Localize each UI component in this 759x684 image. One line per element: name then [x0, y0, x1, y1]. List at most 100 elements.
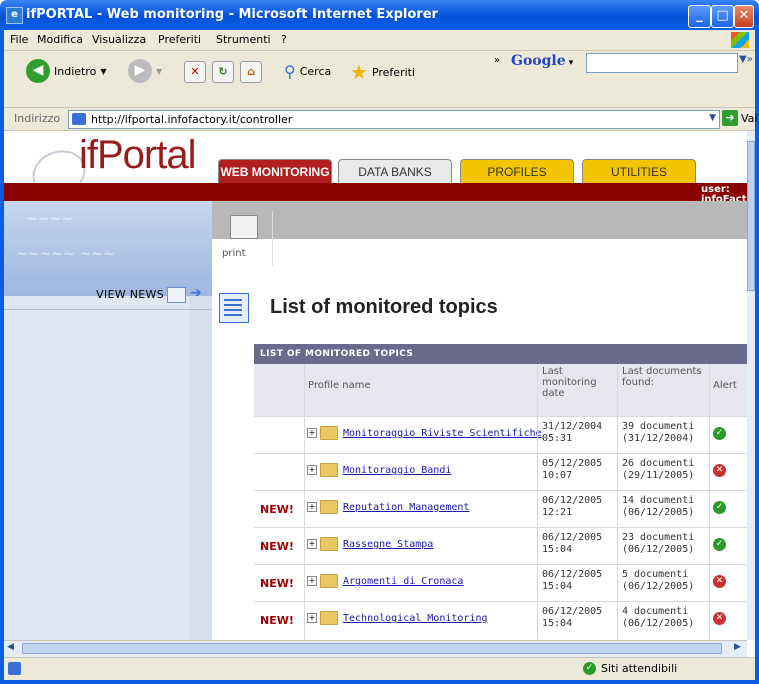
- menu-visualizza[interactable]: Visualizza: [92, 33, 146, 46]
- expand-icon[interactable]: +: [307, 428, 317, 438]
- profile-link[interactable]: Monitoraggio Bandi: [343, 465, 451, 476]
- table-caption: LIST OF MONITORED TOPICS: [260, 349, 414, 359]
- vertical-scroll-thumb[interactable]: [747, 141, 755, 291]
- window-frame-bottom: [0, 680, 759, 684]
- docs-date: (06/12/2005): [622, 618, 695, 629]
- print-label: print: [222, 248, 246, 259]
- docs-count: 5 documenti: [622, 569, 689, 580]
- menu-preferiti[interactable]: Preferiti: [158, 33, 201, 46]
- expand-icon[interactable]: +: [307, 502, 317, 512]
- refresh-icon[interactable]: ↻: [212, 61, 234, 83]
- header-alert: Alert: [713, 380, 737, 391]
- expand-icon[interactable]: +: [307, 613, 317, 623]
- chevron-down-icon[interactable]: ▼»: [739, 54, 753, 65]
- arrow-right-icon: ➔: [190, 285, 202, 301]
- chevron-down-icon[interactable]: ▼: [156, 67, 162, 76]
- view-news-label: VIEW NEWS: [96, 288, 164, 301]
- alert-error-icon: ✕: [713, 612, 726, 625]
- new-badge: NEW!: [260, 577, 294, 590]
- profile-link[interactable]: Rassegne Stampa: [343, 539, 433, 550]
- close-button[interactable]: ✕: [734, 5, 754, 28]
- alert-ok-icon: ✓: [713, 538, 726, 551]
- back-label: Indietro: [54, 64, 97, 78]
- menu-help[interactable]: ?: [281, 33, 287, 46]
- google-search-input[interactable]: [586, 53, 738, 73]
- column-divider: [304, 364, 305, 640]
- news-list-icon: [167, 287, 186, 303]
- tab-data-banks[interactable]: DATA BANKS: [338, 159, 452, 184]
- date-text: 31/12/2004: [542, 421, 603, 432]
- alert-ok-icon: ✓: [713, 501, 726, 514]
- chevron-down-icon: ▾: [565, 58, 574, 68]
- tab-profiles[interactable]: PROFILES: [460, 159, 574, 184]
- search-button[interactable]: ⚲ Cerca: [284, 62, 331, 81]
- favorites-label: Preferiti: [371, 65, 416, 79]
- profile-link[interactable]: Reputation Management: [343, 502, 469, 513]
- profile-link[interactable]: Technological Monitoring: [343, 613, 488, 624]
- alert-error-icon: ✕: [713, 464, 726, 477]
- print-button[interactable]: print: [220, 211, 273, 266]
- header-last-monitoring-date: Last monitoring date: [542, 366, 597, 399]
- printer-icon: [230, 215, 258, 239]
- profile-link[interactable]: Monitoraggio Riviste Scientifiche: [343, 428, 542, 439]
- new-badge: NEW!: [260, 503, 294, 516]
- scroll-right-icon[interactable]: ▶: [734, 642, 741, 652]
- table-row: + Monitoraggio Riviste Scientifiche 31/12/…: [254, 416, 747, 453]
- last-documents-found: 26 documenti (29/11/2005): [622, 458, 694, 482]
- column-divider: [617, 364, 618, 640]
- google-toolbar-logo[interactable]: Google ▾: [511, 53, 573, 69]
- date-text: 05/12/2005: [542, 458, 603, 469]
- folder-icon: [320, 537, 338, 551]
- favorites-button[interactable]: ★ Preferiti: [350, 60, 415, 84]
- site-logo[interactable]: ifPortal: [79, 133, 196, 178]
- docs-date: (06/12/2005): [622, 507, 695, 518]
- home-icon[interactable]: ⌂: [240, 61, 262, 83]
- address-input[interactable]: http://ifportal.infofactory.it/controlle…: [68, 110, 720, 129]
- table-row: NEW! + Rassegne Stampa 06/12/2005 15:04 23 do…: [254, 527, 747, 564]
- menu-file[interactable]: File: [10, 33, 28, 46]
- folder-icon: [320, 463, 338, 477]
- status-bar: ✓ Siti attendibili: [4, 657, 755, 681]
- horizontal-scrollbar[interactable]: ◀ ▶: [4, 640, 747, 657]
- page-title: List of monitored topics: [270, 296, 498, 318]
- vertical-scrollbar[interactable]: [747, 131, 755, 640]
- view-news-link[interactable]: VIEW NEWS ➔: [4, 279, 212, 310]
- tab-utilities[interactable]: UTILITIES: [582, 159, 696, 184]
- go-button[interactable]: ➔ Vai: [722, 110, 757, 126]
- folder-icon: [320, 426, 338, 440]
- forward-button[interactable]: ▶ ▼: [128, 59, 162, 83]
- scroll-left-icon[interactable]: ◀: [7, 642, 14, 652]
- tab-web-monitoring[interactable]: WEB MONITORING: [218, 159, 332, 184]
- window-frame-right: [755, 30, 759, 684]
- expand-icon[interactable]: +: [307, 465, 317, 475]
- list-page-icon: [219, 293, 249, 323]
- expand-icon[interactable]: +: [307, 576, 317, 586]
- expand-icon[interactable]: +: [307, 539, 317, 549]
- horizontal-scroll-thumb[interactable]: [22, 643, 722, 654]
- sidebar-strip: [189, 296, 212, 640]
- back-button[interactable]: ◀ Indietro ▼: [26, 59, 107, 83]
- chevron-down-icon[interactable]: ▼: [100, 67, 106, 76]
- stop-icon[interactable]: ✕: [184, 61, 206, 83]
- banner-decoration: ~~~~: [26, 211, 73, 227]
- menu-bar: File Modifica Visualizza Preferiti Strum…: [4, 30, 755, 51]
- maximize-button[interactable]: □: [711, 5, 734, 28]
- last-documents-found: 5 documenti (06/12/2005): [622, 569, 694, 593]
- back-arrow-icon: ◀: [26, 59, 50, 83]
- address-bar: Indirizzo http://ifportal.infofactory.it…: [4, 108, 757, 131]
- chevron-down-icon[interactable]: ▼: [709, 113, 716, 123]
- menu-strumenti[interactable]: Strumenti: [216, 33, 271, 46]
- table-row: NEW! + Reputation Management 06/12/2005 12:2…: [254, 490, 747, 527]
- menu-modifica[interactable]: Modifica: [37, 33, 83, 46]
- alert-error-icon: ✕: [713, 575, 726, 588]
- google-label: Google: [511, 53, 566, 69]
- table-row: NEW! + Technological Monitoring 06/12/2005 1…: [254, 601, 747, 638]
- toolbar-overflow-icon[interactable]: »: [494, 55, 500, 66]
- go-arrow-icon: ➔: [722, 110, 738, 126]
- new-badge: NEW!: [260, 614, 294, 627]
- profile-link[interactable]: Argomenti di Cronaca: [343, 576, 463, 587]
- alert-ok-icon: ✓: [713, 427, 726, 440]
- minimize-button[interactable]: _: [688, 5, 711, 28]
- star-icon: ★: [350, 60, 368, 84]
- table-row: NEW! + Argomenti di Cronaca 06/12/2005 15:04…: [254, 564, 747, 601]
